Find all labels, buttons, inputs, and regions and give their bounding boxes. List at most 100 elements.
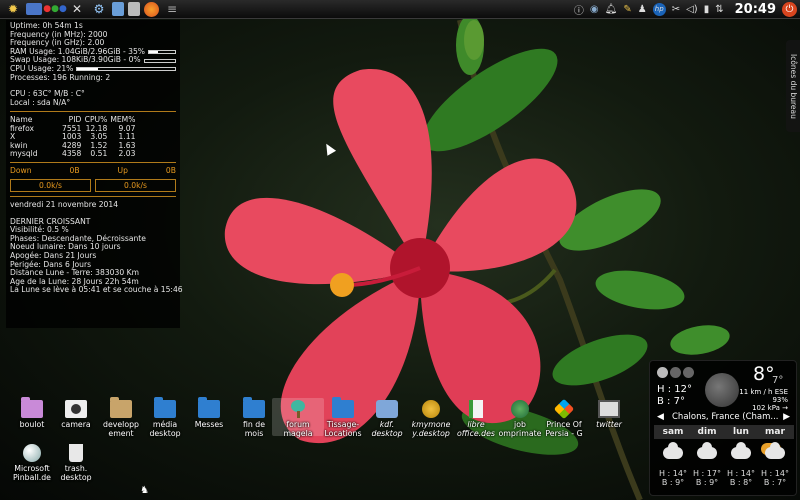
forecast-low: B : 7° [763, 478, 787, 487]
forecast-high: H : 17° [693, 469, 721, 478]
screen-icon [598, 400, 620, 418]
forecast-day: sam [662, 427, 684, 437]
moon-icon [705, 373, 739, 407]
scissors-icon[interactable]: ✂ [672, 4, 680, 15]
forecast-day: lun [733, 427, 749, 437]
forecast-temps: H : 14° B : 9° [656, 469, 690, 487]
proc-name: firefox [10, 123, 34, 133]
desktop-icon-twitter[interactable]: twitter [583, 400, 635, 429]
processes: Processes: 196 Running: 2 [10, 72, 111, 82]
desktop-icons-tab-label: Icônes du bureau [789, 53, 798, 119]
proc-name: mysqld [10, 148, 38, 158]
clipboard-icon[interactable]: ✎ [623, 4, 631, 15]
moon-line: La Lune se lève à 05:41 et se couche à 1… [10, 285, 183, 295]
swap-bar [143, 58, 176, 63]
money-icon [422, 400, 440, 418]
prev-location-button[interactable]: ◀ [657, 412, 664, 422]
menu-icon[interactable]: ✹ [4, 1, 22, 17]
cpu-bar [76, 67, 176, 72]
firefox-icon[interactable] [144, 1, 159, 17]
today-high: H : 12° [657, 384, 692, 395]
process-table: Name PID CPU% MEM% firefox 7551 12.18 9.… [10, 115, 138, 158]
desktop-icons-tab[interactable]: Icônes du bureau [786, 40, 800, 132]
folder-icon [154, 397, 176, 418]
forecast-low: B : 9° [695, 478, 719, 487]
up-rate: 0.0k/s [95, 178, 176, 192]
forecast-temps: H : 14° B : 7° [758, 469, 792, 487]
battery-icon[interactable]: ▮ [704, 4, 710, 15]
location-name[interactable]: Chalons, France (Cham... [672, 412, 779, 422]
system-tray: ⓘ ◉ 🔔︎ ✎ ♟ hp ✂ ◁) ▮ ⇅ 20:49 ⏻ [571, 0, 800, 19]
ram-bar [148, 50, 176, 55]
calculator-icon[interactable] [128, 2, 140, 16]
clock[interactable]: 20:49 [735, 2, 776, 17]
current-date: vendredi 21 novembre 2014 [10, 199, 119, 209]
forecast-day: dim [697, 427, 717, 437]
cloud-icon [697, 442, 717, 459]
forecast-high: H : 14° [727, 469, 755, 478]
today-low: B : 7° [657, 396, 685, 407]
pinball-icon [23, 444, 41, 462]
top-panel: ✹ ● ● ● ✕ ⚙ ≡ ⓘ ◉ 🔔︎ ✎ ♟ hp ✂ ◁) ▮ ⇅ 20:49… [0, 0, 800, 19]
network-graphs: 0.0k/s 0.0k/s [10, 178, 176, 192]
weather-widget: H : 12° B : 7° 8° 7° 11 km / h ESE 93% 1… [649, 360, 797, 496]
forecast-high: H : 14° [659, 469, 687, 478]
windows-icon [553, 398, 575, 420]
forecast-day: mar [765, 427, 785, 437]
network-icon[interactable]: ⇅ [715, 4, 723, 15]
info-icon[interactable]: ⓘ [574, 2, 584, 17]
weather-mode-buttons [657, 367, 694, 378]
conky-monitor: Uptime: 0h 54m 1s Frequency (in MHz): 20… [6, 20, 183, 328]
forecast-low: B : 9° [661, 478, 685, 487]
folder-icon [21, 397, 43, 418]
power-icon[interactable]: ⏻ [782, 2, 797, 17]
desktop-toolbox-icon[interactable]: ♞ [140, 485, 152, 497]
folder-icon [198, 397, 220, 418]
folder-icon [332, 397, 354, 418]
disk-icon [376, 400, 398, 418]
document-icon [469, 400, 483, 418]
wind: 11 km / h ESE [739, 388, 788, 396]
trash-icon [69, 444, 83, 462]
mode-icon[interactable] [657, 367, 668, 378]
user-icon[interactable]: ♟ [638, 4, 647, 15]
folder-icon [110, 397, 132, 418]
proc-pid: 4358 [62, 148, 82, 158]
table-row: mysqld 4358 0.51 2.03 [10, 148, 138, 158]
down-rate: 0.0k/s [10, 178, 91, 192]
volume-icon[interactable]: ◁) [686, 4, 698, 15]
globe-icon [511, 400, 529, 418]
window-switcher-icon[interactable]: ≡ [163, 1, 181, 17]
cloud-icon [731, 442, 751, 459]
terminal-icon[interactable] [26, 3, 42, 15]
proc-mem: 2.03 [118, 148, 136, 158]
local-disk-temp: Local : sda N/A° [10, 97, 71, 107]
next-location-button[interactable]: ▶ [783, 412, 790, 422]
up-label: Up [117, 166, 128, 176]
cloud-icon [663, 442, 683, 459]
down-label: Down [10, 166, 32, 176]
folder-icon [243, 397, 265, 418]
desktop-icon-trash[interactable]: trash. desktop [50, 444, 102, 482]
mode-icon[interactable] [670, 367, 681, 378]
desktop-icon-label: trash. desktop [60, 464, 92, 482]
forecast-low: B : 8° [729, 478, 753, 487]
notify-icon[interactable]: 🔔︎ [605, 4, 618, 15]
up-total: 0B [165, 166, 176, 176]
dots-icon[interactable]: ● ● ● [43, 1, 67, 17]
network-header: Down 0B Up 0B [10, 167, 176, 176]
proc-cpu: 0.51 [90, 148, 108, 158]
current-temp-sub: 7° [772, 375, 784, 386]
tools-icon[interactable]: ✕ [68, 1, 86, 17]
desktop-icon-label: twitter [596, 420, 622, 429]
tree-icon [287, 400, 309, 418]
mode-icon[interactable] [683, 367, 694, 378]
pressure: 102 kPa → [752, 404, 788, 412]
humidity: 93% [772, 396, 788, 404]
hp-icon[interactable]: hp [652, 3, 666, 16]
down-total: 0B [69, 166, 80, 176]
files-icon[interactable] [112, 2, 124, 16]
forecast-temps: H : 17° B : 9° [690, 469, 724, 487]
updates-icon[interactable]: ◉ [590, 4, 599, 15]
network-icon[interactable]: ⚙ [90, 1, 108, 17]
